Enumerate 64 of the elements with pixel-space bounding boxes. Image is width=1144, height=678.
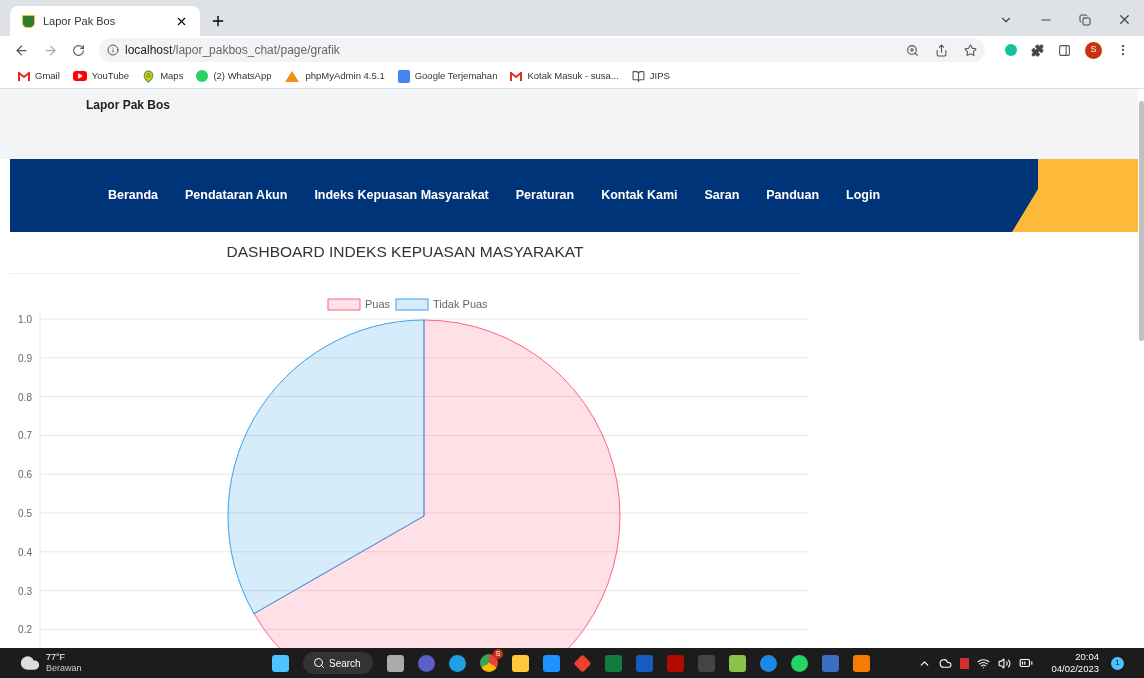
bookmark-link[interactable]: YouTube bbox=[91, 68, 130, 84]
restore-icon[interactable] bbox=[1079, 13, 1091, 26]
bookmark-link[interactable]: Kotak Masuk - susa... bbox=[527, 68, 619, 84]
temperature: 77°F bbox=[46, 652, 67, 663]
axis-tick-label: 0.9 bbox=[18, 353, 32, 365]
bookmark-link[interactable]: phpMyAdmin 4.5.1 bbox=[305, 68, 385, 84]
share-icon[interactable] bbox=[935, 43, 948, 57]
nav-link[interactable]: Panduan bbox=[766, 186, 820, 205]
address-bar[interactable]: localhost/lapor_pakbos_chat/page/grafik bbox=[99, 38, 985, 62]
zoom-icon[interactable] bbox=[906, 43, 919, 57]
shield-icon bbox=[22, 14, 35, 28]
nav-link[interactable]: Saran bbox=[704, 186, 740, 205]
legend-label: Tidak Puas bbox=[433, 298, 488, 311]
clock-time: 20:04 bbox=[1075, 651, 1099, 663]
url-text: localhost/lapor_pakbos_chat/page/grafik bbox=[125, 42, 341, 59]
legend-swatch bbox=[327, 298, 361, 311]
notification-count[interactable]: 1 bbox=[1111, 656, 1124, 670]
axis-tick-label: 0.7 bbox=[18, 430, 32, 442]
battery-icon[interactable] bbox=[1019, 656, 1034, 670]
book-icon bbox=[631, 69, 645, 83]
info-icon bbox=[107, 44, 119, 56]
dashboard-title: DASHBOARD INDEKS KEPUASAN MASYARAKAT bbox=[226, 242, 584, 262]
axis-tick-label: 1.0 bbox=[18, 314, 32, 326]
axis-tick-label: 0.6 bbox=[18, 469, 32, 481]
cloud-icon[interactable] bbox=[939, 656, 953, 670]
axis-tick-label: 0.4 bbox=[18, 547, 32, 559]
site-title: Lapor Pak Bos bbox=[86, 98, 171, 112]
axis-tick-label: 0.5 bbox=[18, 508, 32, 520]
nav-link[interactable]: Peraturan bbox=[515, 186, 575, 205]
back-icon[interactable] bbox=[14, 42, 29, 58]
new-tab-icon[interactable] bbox=[210, 13, 226, 29]
nav-link[interactable]: Indeks Kepuasan Masyarakat bbox=[314, 186, 489, 205]
axis-tick-label: 0.2 bbox=[18, 624, 32, 636]
map-pin-icon bbox=[142, 69, 156, 83]
axis-tick-label: 0.3 bbox=[18, 585, 32, 597]
weather-icon[interactable] bbox=[20, 653, 40, 673]
weather-text: Berawan bbox=[46, 663, 82, 674]
nav-link[interactable]: Login bbox=[846, 186, 881, 205]
reload-icon[interactable] bbox=[72, 43, 85, 57]
bookmark-link[interactable]: JIPS bbox=[649, 68, 670, 84]
nav-link[interactable]: Pendataran Akun bbox=[185, 186, 288, 205]
search-icon bbox=[313, 657, 325, 669]
legend-label: Puas bbox=[365, 298, 391, 311]
bookmark-link[interactable]: Maps bbox=[160, 68, 184, 84]
browser-tab[interactable]: Lapor Pak Bos bbox=[10, 6, 200, 36]
close-icon[interactable] bbox=[1117, 12, 1132, 27]
profile-avatar[interactable]: S bbox=[1085, 41, 1102, 59]
side-panel-icon[interactable] bbox=[1058, 43, 1071, 57]
play-icon bbox=[72, 71, 87, 81]
star-icon[interactable] bbox=[964, 43, 977, 57]
bookmark-link[interactable]: Google Terjemahan bbox=[414, 68, 498, 84]
bookmark-link[interactable]: (2) WhatsApp bbox=[213, 68, 272, 84]
speaker-icon[interactable] bbox=[998, 656, 1012, 670]
puzzle-icon[interactable] bbox=[1031, 43, 1044, 57]
wifi-icon[interactable] bbox=[977, 656, 991, 670]
legend-swatch bbox=[395, 298, 429, 311]
clock-date: 04/02/2023 bbox=[1051, 663, 1099, 675]
scrollbar[interactable] bbox=[1139, 101, 1144, 341]
tab-title: Lapor Pak Bos bbox=[43, 13, 117, 29]
taskbar-search[interactable]: Search bbox=[303, 652, 373, 674]
nav-link[interactable]: Beranda bbox=[108, 186, 159, 205]
axis-tick-label: 0.8 bbox=[18, 391, 32, 403]
bookmark-link[interactable]: Gmail bbox=[35, 68, 60, 84]
nav-link[interactable]: Kontak Kami bbox=[601, 186, 678, 205]
